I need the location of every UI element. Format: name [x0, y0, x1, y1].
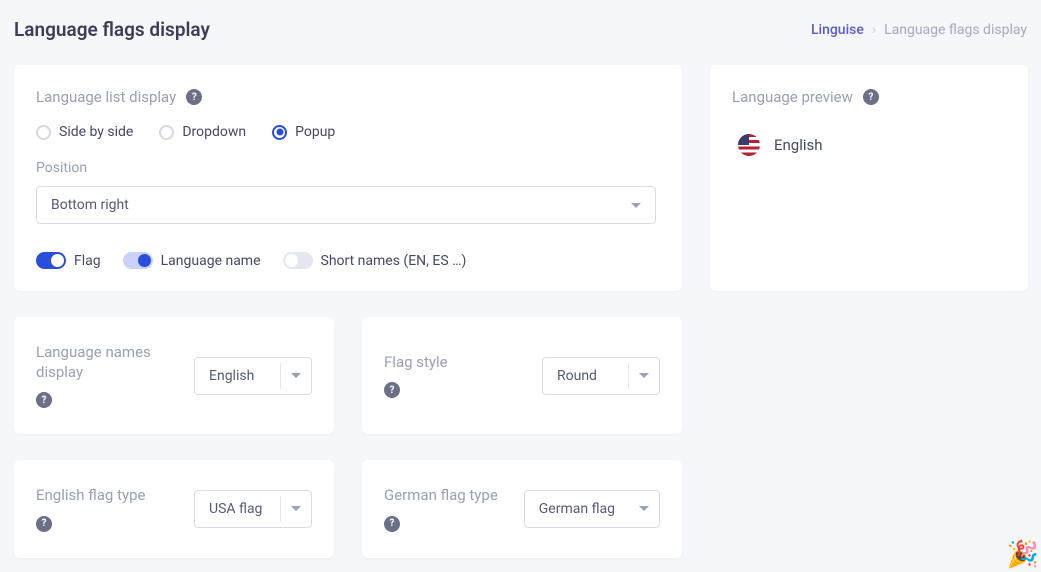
select-value: Round — [543, 368, 628, 384]
list-display-label: Language list display — [36, 88, 176, 106]
help-icon[interactable]: ? — [384, 382, 400, 398]
chevron-down-icon — [639, 506, 649, 511]
chevron-down-icon — [291, 506, 301, 511]
radio-label: Popup — [295, 124, 335, 140]
radio-popup[interactable]: Popup — [272, 124, 335, 140]
preview-label: Language preview — [732, 88, 853, 106]
language-names-display-card: Language names display ? English — [14, 317, 334, 434]
german-flag-type-label: German flag type — [384, 486, 498, 506]
preview-language[interactable]: English — [732, 134, 1006, 156]
flag-style-label: Flag style — [384, 353, 448, 373]
language-names-display-label: Language names display — [36, 343, 194, 382]
flag-style-select[interactable]: Round — [542, 357, 660, 395]
help-icon[interactable]: ? — [384, 516, 400, 532]
flag-us-icon — [738, 134, 760, 156]
page-title: Language flags display — [14, 18, 210, 41]
radio-dropdown[interactable]: Dropdown — [159, 124, 246, 140]
breadcrumb-root[interactable]: Linguise — [811, 22, 864, 38]
select-value: English — [195, 368, 280, 384]
german-flag-type-card: German flag type ? German flag — [362, 460, 682, 558]
toggle-language-name-label: Language name — [161, 253, 261, 269]
breadcrumb-current: Language flags display — [884, 22, 1027, 38]
help-icon[interactable]: ? — [863, 89, 879, 105]
chevron-down-icon — [631, 203, 641, 208]
select-value: USA flag — [195, 501, 280, 517]
chevron-down-icon — [291, 373, 301, 378]
german-flag-type-select[interactable]: German flag — [524, 490, 660, 528]
help-icon[interactable]: ? — [186, 89, 202, 105]
toggle-short-names[interactable] — [283, 252, 313, 269]
radio-label: Side by side — [59, 124, 133, 140]
select-value: Bottom right — [51, 197, 129, 213]
chevron-down-icon — [639, 373, 649, 378]
radio-icon — [36, 125, 51, 140]
position-select[interactable]: Bottom right — [36, 186, 656, 224]
language-list-display-card: Language list display ? Side by side Dro… — [14, 65, 682, 291]
help-icon[interactable]: ? — [36, 516, 52, 532]
flag-style-card: Flag style ? Round — [362, 317, 682, 434]
english-flag-type-label: English flag type — [36, 486, 145, 506]
language-preview-card: Language preview ? English — [710, 65, 1028, 291]
english-flag-type-select[interactable]: USA flag — [194, 490, 312, 528]
toggle-language-name[interactable] — [123, 252, 153, 269]
position-label: Position — [36, 160, 660, 176]
breadcrumb: Linguise › Language flags display — [811, 22, 1027, 38]
preview-language-name: English — [774, 136, 823, 154]
chevron-right-icon: › — [872, 22, 876, 38]
toggle-flag-label: Flag — [74, 253, 101, 269]
toggle-short-names-label: Short names (EN, ES …) — [321, 253, 467, 269]
radio-icon — [159, 125, 174, 140]
select-value: German flag — [525, 501, 629, 517]
radio-icon — [272, 125, 287, 140]
english-flag-type-card: English flag type ? USA flag — [14, 460, 334, 558]
language-names-display-select[interactable]: English — [194, 357, 312, 395]
party-icon: 🎉 — [1007, 540, 1039, 570]
toggle-flag[interactable] — [36, 252, 66, 269]
radio-label: Dropdown — [182, 124, 246, 140]
radio-side-by-side[interactable]: Side by side — [36, 124, 133, 140]
help-icon[interactable]: ? — [36, 392, 52, 408]
